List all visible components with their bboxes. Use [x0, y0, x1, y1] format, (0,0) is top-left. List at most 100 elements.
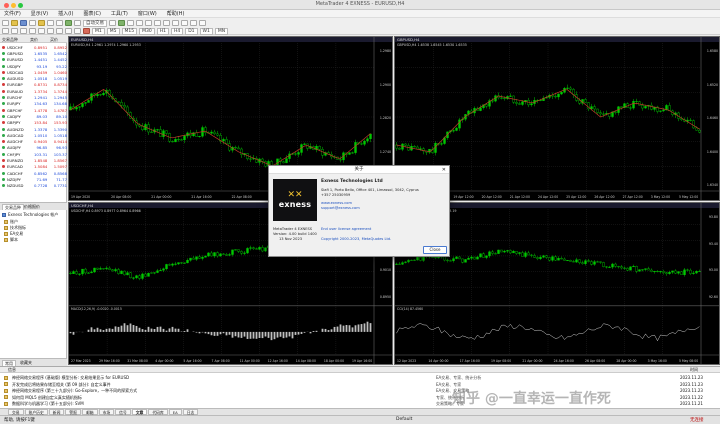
text-tool-icon[interactable] [65, 28, 72, 34]
bid-price: 0.7728 [34, 183, 48, 189]
periods-icon[interactable] [190, 20, 197, 26]
candle-body [282, 161, 285, 164]
templates-icon[interactable] [199, 20, 206, 26]
menu-help[interactable]: 帮助(H) [167, 10, 185, 17]
about-version-date: 13 Nov 2023 [279, 237, 303, 241]
menu-tools[interactable]: 工具(T) [111, 10, 128, 17]
fibonacci-icon[interactable] [56, 28, 63, 34]
editor-icon[interactable] [74, 20, 81, 26]
time-axis-label: 27 Mar 2023 [71, 359, 91, 363]
channel-icon[interactable] [47, 28, 54, 34]
new-order-icon[interactable] [65, 20, 72, 26]
chart-shift-icon[interactable] [172, 20, 179, 26]
candle-body [141, 273, 144, 279]
price-axis-label: 1.2740 [379, 149, 391, 154]
candle-body [261, 247, 264, 252]
candle-body [285, 158, 288, 164]
ask-price: 0.9414 [53, 139, 67, 145]
navigator-item-scripts[interactable]: 脚本 [4, 237, 18, 243]
symbol-name: EURUSD [6, 57, 23, 63]
candle-body [78, 106, 81, 108]
candle-body [75, 271, 78, 275]
candle-body [620, 106, 623, 108]
candle-body [363, 140, 366, 145]
candle-body [548, 257, 551, 261]
label-tool-icon[interactable] [74, 28, 81, 34]
crosshair-icon[interactable] [11, 28, 18, 34]
candle-body [416, 257, 419, 261]
navigator-icon[interactable] [38, 20, 45, 26]
navigator-root[interactable]: Exness Technologies 帐户 [2, 212, 58, 218]
timeframe-mn[interactable]: MN [214, 27, 229, 35]
candle-body [644, 268, 647, 270]
line-chart-icon[interactable] [127, 20, 134, 26]
article-icon [4, 375, 8, 380]
price-direction-icon [2, 58, 5, 62]
candle-chart-icon[interactable] [118, 20, 125, 26]
timeframe-w1[interactable]: W1 [199, 27, 213, 35]
ask-price: 1.3390 [53, 126, 67, 132]
candle-body [198, 136, 201, 138]
menu-view[interactable]: 显示(V) [31, 10, 48, 17]
zoom-in-icon[interactable] [136, 20, 143, 26]
price-axis-label: 1.6520 [706, 82, 718, 87]
market-watch-icon[interactable] [20, 20, 27, 26]
candle-body [497, 249, 500, 254]
trendline-icon[interactable] [38, 28, 45, 34]
candle-body [629, 266, 632, 271]
time-axis-label: 17 Apr 16:00 [459, 359, 480, 363]
timeframe-h1[interactable]: H1 [156, 27, 169, 35]
timeframe-d1[interactable]: D1 [185, 27, 198, 35]
symbol-name: EURAUD [6, 88, 23, 94]
menu-file[interactable]: 文件(F) [4, 10, 21, 17]
price-direction-icon [2, 51, 5, 55]
close-button[interactable]: Close [423, 246, 447, 254]
time-axis-label: 20 Apr 12:00 [481, 195, 502, 199]
about-eula-link[interactable]: End user license agreement [321, 227, 371, 231]
cursor-icon[interactable] [2, 28, 9, 34]
candle-body [249, 247, 252, 249]
timeframe-m1[interactable]: M1 [92, 27, 105, 35]
bar-chart-icon[interactable] [109, 20, 116, 26]
data-window-icon[interactable] [29, 20, 36, 26]
menu-window[interactable]: 窗口(W) [138, 10, 157, 17]
terminal-icon[interactable] [47, 20, 54, 26]
profiles-icon[interactable] [11, 20, 18, 26]
candle-body [413, 146, 416, 148]
candle-body [81, 268, 84, 275]
timeframe-h4[interactable]: H4 [170, 27, 184, 35]
candle-body [491, 100, 494, 102]
about-web-link[interactable]: www.exness.com [321, 201, 352, 205]
terminal-row[interactable]: 开发完成后将结果存储至相关 (第 09 部分): 自定义事件 EA交易、专家 202… [4, 382, 716, 388]
about-email-link[interactable]: support@exness.com [321, 206, 360, 210]
price-axis-label: 0.8950 [379, 294, 391, 299]
candle-body [93, 267, 96, 273]
symbol-name: AUDUSD [6, 76, 24, 82]
horizontal-line-icon[interactable] [29, 28, 36, 34]
watermark: 知乎 @一直幸运一直作死 [452, 391, 611, 407]
close-icon[interactable]: ✕ [442, 167, 446, 173]
ask-price: 1.4787 [53, 107, 67, 113]
vertical-line-icon[interactable] [20, 28, 27, 34]
tester-icon[interactable] [56, 20, 63, 26]
zoom-out-icon[interactable] [145, 20, 152, 26]
auto-trading-button[interactable]: 自动交易 [83, 19, 107, 27]
about-copyright-link[interactable]: Copyright 2000-2023, MetaQuotes Ltd. [321, 237, 391, 241]
symbol-name: GBPJPY [6, 120, 21, 126]
arrows-icon[interactable] [83, 28, 90, 34]
candle-body [671, 270, 674, 273]
terminal-category: EA交易、专家、统计分析 [436, 375, 482, 380]
indicators-icon[interactable] [181, 20, 188, 26]
timeframe-m30[interactable]: M30 [139, 27, 155, 35]
timeframe-m5[interactable]: M5 [106, 27, 120, 35]
tile-windows-icon[interactable] [154, 20, 161, 26]
market-watch-row[interactable]: NZDUSD 0.7728 0.7731 [0, 183, 67, 189]
bid-price: 0.9405 [34, 139, 48, 145]
timeframe-m15[interactable]: M15 [121, 27, 138, 35]
new-chart-icon[interactable] [2, 20, 9, 26]
menu-charts[interactable]: 图表(C) [84, 10, 101, 17]
candle-body [99, 268, 102, 270]
autoscroll-icon[interactable] [163, 20, 170, 26]
menu-insert[interactable]: 插入(I) [58, 10, 73, 17]
terminal-row[interactable]: 神经网络交易程序 (基础版) 模型分析: 交易结果显示 for EURUSD EA… [4, 375, 716, 381]
